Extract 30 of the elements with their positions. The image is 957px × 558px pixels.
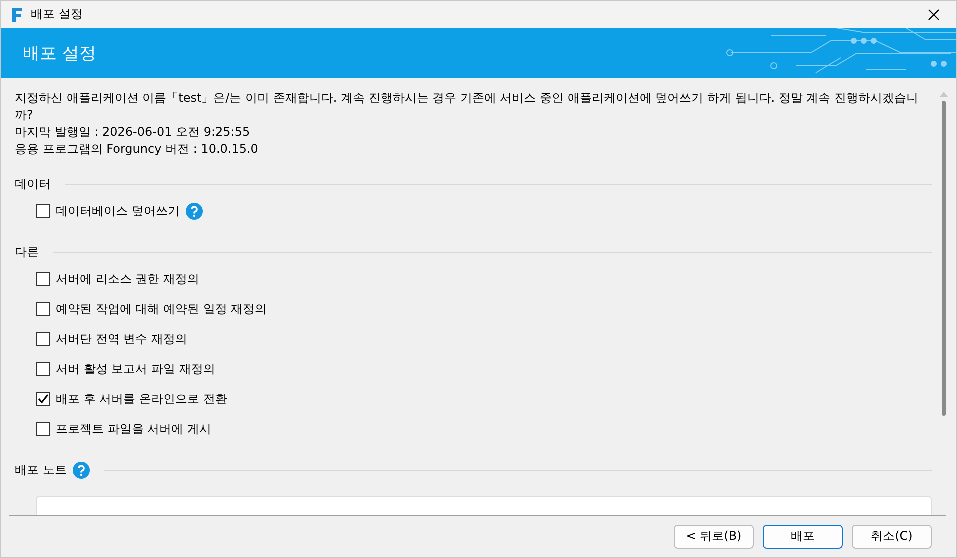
help-icon[interactable] [186,202,203,220]
checkbox-label[interactable]: 예약된 작업에 대해 예약된 일정 재정의 [56,300,268,318]
section-title: 배포 노트 [15,462,67,478]
app-logo-icon [11,8,23,22]
dialog-button[interactable]: 취소(C) [852,524,932,548]
checkbox[interactable] [36,272,50,286]
scroll-up-icon [940,92,948,97]
checkbox-label[interactable]: 데이터베이스 덮어쓰기 [56,202,180,220]
checkbox[interactable] [36,392,50,406]
checkbox-label[interactable]: 서버 활성 보고서 파일 재정의 [56,360,216,378]
message-text: 응용 프로그램의 Forguncy 버전 : 10.0.15.0 [15,141,260,158]
dialog-button[interactable]: < 뒤로(B) [674,524,754,548]
checkbox-label[interactable]: 서버에 리소스 권한 재정의 [56,270,200,288]
message-text: 지정하신 애플리케이션 이름「test」은/는 이미 존재합니다. 계속 진행하시는 경우 기존에 서비스 중인 애플리케이션에 덮어쓰기 하게 됩니다. 정말 계속 진행하시겠습니까? [15,90,920,124]
checkbox-label[interactable]: 서버단 전역 변수 재정의 [56,330,188,348]
checkbox-label[interactable]: 배포 후 서버를 온라인으로 전환 [56,390,228,408]
section-title: 다른 [15,244,39,260]
help-icon[interactable] [72,462,90,478]
checkbox[interactable] [36,204,50,218]
checkbox[interactable] [36,302,50,316]
window-title: 배포 설정 [31,6,84,23]
checkbox[interactable] [36,362,50,376]
message-text: 마지막 발행일 : 2026-06-01 오전 9:25:55 [15,124,252,141]
banner-title: 배포 설정 [23,42,96,64]
section-title: 데이터 [15,176,51,192]
checkbox-label[interactable]: 프로젝트 파일을 서버에 게시 [56,420,212,438]
checkbox[interactable] [36,332,50,346]
dialog-button[interactable]: 배포 [763,524,843,548]
checkbox[interactable] [36,422,50,436]
close-icon [928,8,940,20]
